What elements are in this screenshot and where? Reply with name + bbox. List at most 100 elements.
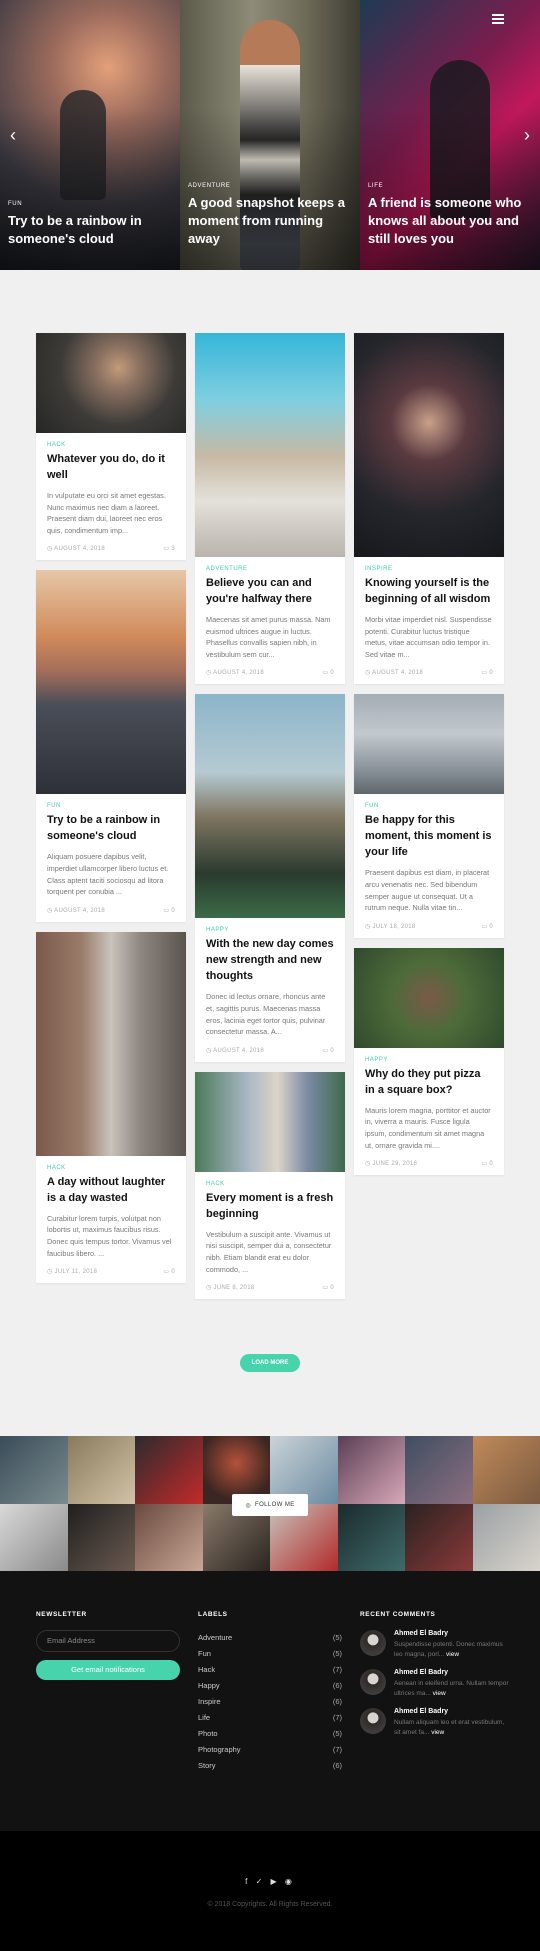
- post-card[interactable]: HACK A day without laughter is a day was…: [36, 931, 186, 1284]
- instagram-photo[interactable]: [67, 1436, 135, 1504]
- comment-count[interactable]: ▭ 3: [163, 545, 175, 552]
- hero-category[interactable]: ADVENTURE: [188, 183, 352, 189]
- instagram-photo[interactable]: [135, 1503, 203, 1571]
- view-link[interactable]: view: [431, 1729, 444, 1736]
- instagram-photo[interactable]: [472, 1436, 540, 1504]
- social-icons[interactable]: f ✓ ▶ ◉: [0, 1877, 540, 1886]
- label-item[interactable]: Fun (5): [198, 1646, 342, 1662]
- menu-icon[interactable]: [492, 14, 504, 24]
- post-image[interactable]: [354, 947, 504, 1048]
- label-item[interactable]: Adventure (5): [198, 1630, 342, 1646]
- post-image[interactable]: [36, 333, 186, 433]
- follow-me-button[interactable]: ◎ FOLLOW ME: [232, 1494, 308, 1516]
- label-item[interactable]: Story (6): [198, 1758, 342, 1774]
- post-category[interactable]: FUN: [365, 803, 493, 809]
- comment-author[interactable]: Ahmed El Badry: [394, 1708, 510, 1715]
- hero-category[interactable]: LIFE: [368, 183, 532, 189]
- instagram-photo[interactable]: [405, 1503, 473, 1571]
- comment-count[interactable]: ▭ 0: [163, 907, 175, 914]
- comment-count[interactable]: ▭ 0: [481, 923, 493, 930]
- post-title[interactable]: Try to be a rainbow in someone's cloud: [47, 812, 175, 844]
- instagram-photo[interactable]: [0, 1503, 68, 1571]
- label-item[interactable]: Photography (7): [198, 1742, 342, 1758]
- posts-column: HACK Whatever you do, do it well In vulp…: [36, 333, 186, 1293]
- post-card[interactable]: FUN Be happy for this moment, this momen…: [354, 694, 504, 938]
- slider-prev-arrow-icon[interactable]: ‹: [10, 126, 16, 144]
- post-image[interactable]: [36, 570, 186, 795]
- post-date: ◷ JULY 18, 2018: [365, 923, 416, 930]
- post-image[interactable]: [195, 333, 345, 557]
- post-title[interactable]: A day without laughter is a day wasted: [47, 1174, 175, 1206]
- post-card[interactable]: ADVENTURE Believe you can and you're hal…: [195, 333, 345, 685]
- comment-item[interactable]: Ahmed El Badry Suspendisse potenti. Donec…: [360, 1630, 510, 1659]
- hero-slide[interactable]: FUN Try to be a rainbow in someone's clo…: [0, 0, 180, 270]
- hero-title[interactable]: A friend is someone who knows all about …: [368, 194, 532, 248]
- post-meta: ◷ JULY 18, 2018 ▭ 0: [365, 923, 493, 930]
- comment-text: Aenean in eleifend urna. Nullam tempor u…: [394, 1680, 509, 1697]
- post-image[interactable]: [195, 694, 345, 919]
- comment-count[interactable]: ▭ 0: [481, 669, 493, 676]
- hero-slide[interactable]: LIFE A friend is someone who knows all a…: [360, 0, 540, 270]
- instagram-photo[interactable]: [67, 1503, 135, 1571]
- post-excerpt: Mauris lorem magna, porttitor et auctor …: [365, 1105, 491, 1150]
- subscribe-button[interactable]: Get email notifications: [36, 1660, 180, 1680]
- post-category[interactable]: ADVENTURE: [206, 566, 334, 572]
- comment-count[interactable]: ▭ 0: [322, 1047, 334, 1054]
- label-item[interactable]: Hack (7): [198, 1662, 342, 1678]
- post-title[interactable]: Why do they put pizza in a square box?: [365, 1066, 493, 1098]
- hero-title[interactable]: A good snapshot keeps a moment from runn…: [188, 194, 352, 248]
- comment-count[interactable]: ▭ 0: [163, 1268, 175, 1275]
- view-link[interactable]: view: [446, 1651, 459, 1658]
- load-more-button[interactable]: LOAD MORE: [240, 1354, 300, 1372]
- comment-author[interactable]: Ahmed El Badry: [394, 1669, 510, 1676]
- label-item[interactable]: Happy (6): [198, 1678, 342, 1694]
- post-title[interactable]: Whatever you do, do it well: [47, 451, 175, 483]
- post-category[interactable]: HAPPY: [365, 1057, 493, 1063]
- post-category[interactable]: HACK: [47, 1165, 175, 1171]
- comment-count[interactable]: ▭ 0: [322, 669, 334, 676]
- post-category[interactable]: HACK: [206, 1181, 334, 1187]
- post-card[interactable]: HAPPY With the new day comes new strengt…: [195, 694, 345, 1062]
- post-category[interactable]: HAPPY: [206, 927, 334, 933]
- label-item[interactable]: Inspire (6): [198, 1694, 342, 1710]
- post-image[interactable]: [354, 694, 504, 795]
- instagram-photo[interactable]: [472, 1503, 540, 1571]
- comment-count[interactable]: ▭ 0: [481, 1160, 493, 1167]
- post-category[interactable]: FUN: [47, 803, 175, 809]
- hero-title[interactable]: Try to be a rainbow in someone's cloud: [8, 212, 172, 248]
- instagram-photo[interactable]: [405, 1436, 473, 1504]
- post-category[interactable]: INSPIRE: [365, 566, 493, 572]
- post-title[interactable]: Be happy for this moment, this moment is…: [365, 812, 493, 860]
- view-link[interactable]: view: [433, 1690, 446, 1697]
- post-title[interactable]: Every moment is a fresh beginning: [206, 1190, 334, 1222]
- post-card[interactable]: HACK Whatever you do, do it well In vulp…: [36, 333, 186, 561]
- post-title[interactable]: Knowing yourself is the beginning of all…: [365, 575, 493, 607]
- slider-next-arrow-icon[interactable]: ›: [524, 126, 530, 144]
- post-image[interactable]: [36, 931, 186, 1156]
- avatar: [360, 1708, 386, 1734]
- instagram-photo[interactable]: [337, 1503, 405, 1571]
- comment-author[interactable]: Ahmed El Badry: [394, 1630, 510, 1637]
- comment-item[interactable]: Ahmed El Badry Aenean in eleifend urna. N…: [360, 1669, 510, 1698]
- comment-item[interactable]: Ahmed El Badry Nullam aliquam leo et erat…: [360, 1708, 510, 1737]
- hero-slide[interactable]: ADVENTURE A good snapshot keeps a moment…: [180, 0, 360, 270]
- post-title[interactable]: Believe you can and you're halfway there: [206, 575, 334, 607]
- hero-category[interactable]: FUN: [8, 201, 172, 207]
- comment-count[interactable]: ▭ 0: [322, 1284, 334, 1291]
- instagram-photo[interactable]: [135, 1436, 203, 1504]
- post-image[interactable]: [195, 1071, 345, 1172]
- post-card[interactable]: FUN Try to be a rainbow in someone's clo…: [36, 570, 186, 922]
- post-category[interactable]: HACK: [47, 442, 175, 448]
- post-card[interactable]: INSPIRE Knowing yourself is the beginnin…: [354, 333, 504, 685]
- instagram-photo[interactable]: [337, 1436, 405, 1504]
- label-item[interactable]: Photo (5): [198, 1726, 342, 1742]
- email-field[interactable]: Email Address: [36, 1630, 180, 1652]
- post-card[interactable]: HACK Every moment is a fresh beginning V…: [195, 1071, 345, 1300]
- instagram-photo[interactable]: [0, 1436, 68, 1504]
- post-title[interactable]: With the new day comes new strength and …: [206, 936, 334, 984]
- post-image[interactable]: [354, 333, 504, 557]
- post-date: ◷ JULY 11, 2018: [47, 1269, 98, 1276]
- recent-comments-heading: RECENT COMMENTS: [360, 1611, 436, 1618]
- label-item[interactable]: Life (7): [198, 1710, 342, 1726]
- post-card[interactable]: HAPPY Why do they put pizza in a square …: [354, 947, 504, 1176]
